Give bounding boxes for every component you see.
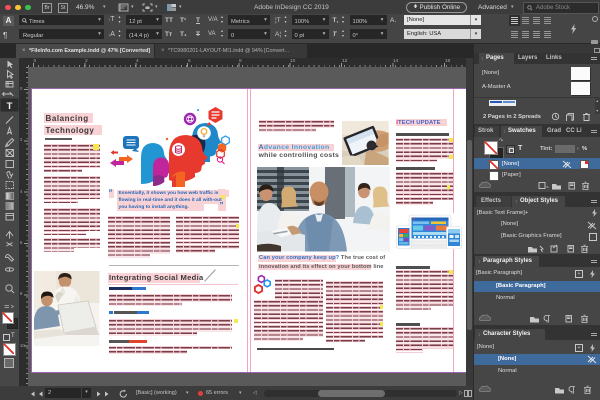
svg-text:T: T — [7, 101, 13, 112]
